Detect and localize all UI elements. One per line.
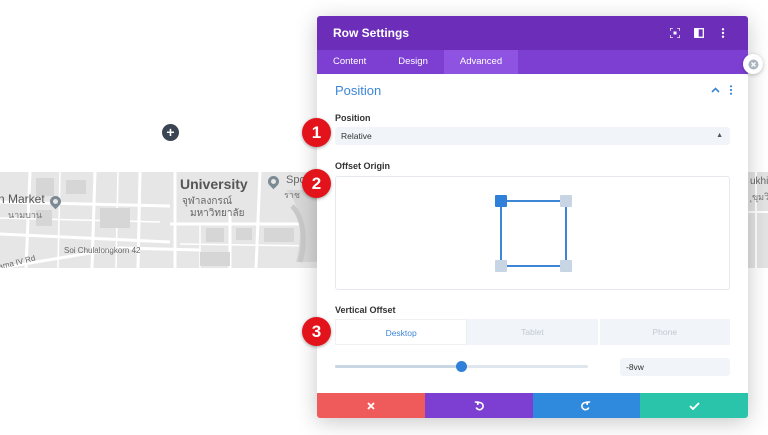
page-canvas: University จุฬาลงกรณ์ มหาวิทยาลัย n Mark… <box>0 0 768 435</box>
side-close-button[interactable] <box>743 54 763 74</box>
modal-footer <box>317 393 748 418</box>
map-label-university: University <box>180 176 248 192</box>
more-vertical-icon[interactable] <box>712 24 734 42</box>
origin-handle-bottom-right <box>560 260 572 272</box>
position-select-value: Relative <box>341 131 372 141</box>
slider-handle[interactable] <box>456 361 467 372</box>
map-label-market: n Market <box>0 192 45 206</box>
map-label-market-thai: นามบาน <box>8 210 43 220</box>
fullscreen-icon[interactable] <box>664 24 686 42</box>
position-select[interactable]: Relative ▲ <box>335 127 730 145</box>
settings-tabs: Content Design Advanced <box>317 50 748 74</box>
tab-advanced[interactable]: Advanced <box>443 50 519 74</box>
split-view-icon[interactable] <box>688 24 710 42</box>
map-label-soi: Soi Chulalongkorn 42 <box>64 246 141 255</box>
tab-design[interactable]: Design <box>382 50 444 74</box>
close-circle-icon <box>748 59 758 69</box>
select-arrows-icon: ▲ <box>716 132 723 139</box>
step-badge-2: 2 <box>302 169 331 198</box>
map-label-right: ukhi <box>750 176 768 187</box>
modal-header: Row Settings <box>317 16 748 50</box>
section-title: Position <box>335 82 382 98</box>
add-module-button[interactable]: + <box>162 124 179 141</box>
position-section-header[interactable]: Position <box>317 74 748 106</box>
step-badge-3: 3 <box>302 317 331 346</box>
device-tabs: Desktop Tablet Phone <box>335 319 730 345</box>
device-tab-desktop[interactable]: Desktop <box>335 319 468 345</box>
origin-handle-bottom-left <box>495 260 507 272</box>
save-button[interactable] <box>640 393 748 418</box>
offset-origin-grid <box>495 195 572 272</box>
map-label-sports-thai: ราช <box>284 190 300 200</box>
origin-handle-top-right <box>560 195 572 207</box>
vertical-offset-input[interactable]: -8vw <box>620 358 730 376</box>
vertical-offset-slider[interactable] <box>335 361 588 372</box>
redo-button[interactable] <box>532 393 641 418</box>
chevron-up-icon[interactable] <box>708 83 722 97</box>
map-label-thai-2: มหาวิทยาลัย <box>190 208 245 219</box>
row-settings-modal: Row Settings Content Design Advanced Pos… <box>317 16 748 418</box>
cancel-button[interactable] <box>317 393 425 418</box>
modal-title: Row Settings <box>333 26 410 40</box>
step-badge-1: 1 <box>302 118 331 147</box>
undo-button[interactable] <box>424 393 533 418</box>
position-label: Position <box>335 113 371 123</box>
device-tab-phone[interactable]: Phone <box>600 319 730 345</box>
more-vertical-icon[interactable] <box>724 83 738 97</box>
slider-fill <box>335 365 462 368</box>
origin-handle-top-left <box>495 195 507 207</box>
redo-icon <box>581 400 591 410</box>
offset-origin-picker <box>335 176 730 290</box>
check-icon <box>688 401 700 410</box>
tab-content[interactable]: Content <box>317 50 382 74</box>
close-icon <box>367 401 375 410</box>
offset-origin-label: Offset Origin <box>335 161 391 171</box>
undo-icon <box>474 400 484 410</box>
map-label-right-2: ุขุมวิ <box>752 192 768 202</box>
device-tab-tablet[interactable]: Tablet <box>467 319 600 345</box>
vertical-offset-label: Vertical Offset <box>335 305 396 315</box>
